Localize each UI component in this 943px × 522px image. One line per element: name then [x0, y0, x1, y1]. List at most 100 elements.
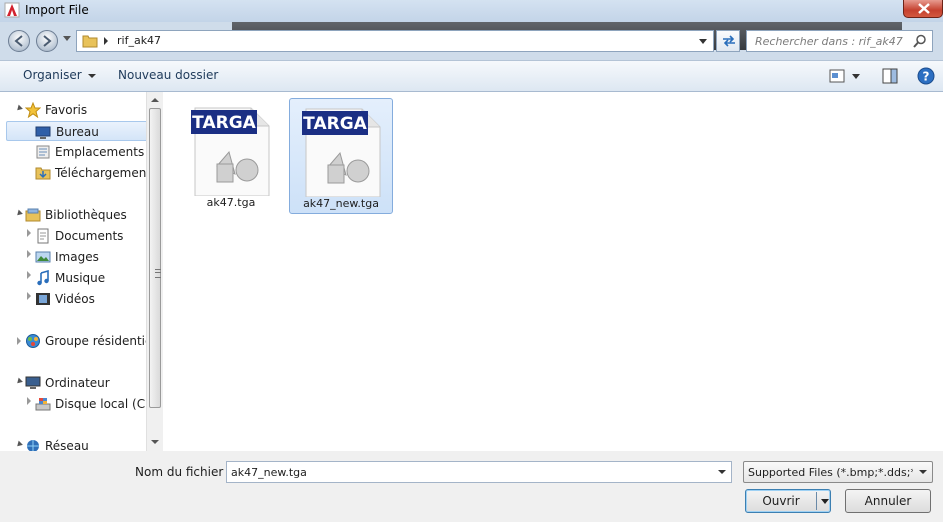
expand-favorites-icon[interactable]	[15, 104, 23, 113]
view-options-icon[interactable]	[829, 69, 845, 83]
tree-item-videos[interactable]: Vidéos	[35, 289, 145, 309]
file-badge-text: TARGA	[303, 114, 367, 134]
filename-input[interactable]: ak47_new.tga	[226, 461, 732, 483]
tree-favorites-label: Favoris	[45, 103, 88, 117]
file-badge-text: TARGA	[192, 113, 256, 133]
tree-network-label: Réseau	[45, 439, 89, 451]
tree-favorites[interactable]: Favoris	[25, 100, 145, 120]
documents-icon	[37, 228, 49, 244]
split-divider	[816, 492, 817, 510]
back-button[interactable]	[8, 30, 30, 52]
address-bar[interactable]: rif_ak47	[76, 30, 714, 52]
tree-item-images[interactable]: Images	[35, 247, 145, 267]
navigation-scrollbar[interactable]	[146, 92, 163, 451]
scroll-up-arrow-icon[interactable]	[151, 98, 159, 102]
tree-item-documents[interactable]: Documents	[35, 226, 145, 246]
tree-network[interactable]: Réseau	[25, 436, 145, 451]
chevron-down-icon[interactable]	[699, 39, 707, 45]
breadcrumb-separator-icon[interactable]	[103, 36, 109, 46]
preview-pane-icon[interactable]	[882, 68, 898, 84]
libraries-icon	[25, 208, 41, 222]
targa-file-icon: TARGA	[191, 107, 270, 196]
search-placeholder: Rechercher dans : rif_ak47	[755, 35, 903, 48]
close-icon	[918, 3, 930, 14]
search-icon[interactable]	[913, 34, 927, 48]
images-icon	[35, 251, 51, 263]
chevron-down-icon[interactable]	[718, 470, 726, 474]
view-dropdown-icon[interactable]	[852, 74, 860, 79]
svg-text:?: ?	[923, 70, 930, 84]
window-title: Import File	[25, 3, 89, 17]
tree-computer[interactable]: Ordinateur	[25, 373, 145, 393]
address-path[interactable]: rif_ak47	[117, 34, 161, 47]
tree-item-local-disk[interactable]: Disque local (C:)	[35, 394, 146, 414]
file-item-ak47-new-tga[interactable]: TARGA ak47_new.tga	[289, 98, 393, 214]
expand-documents-icon[interactable]	[27, 229, 31, 237]
chevron-down-icon	[87, 73, 96, 78]
tree-homegroup[interactable]: Groupe résidentiel	[25, 331, 146, 351]
computer-icon	[25, 376, 41, 389]
tree-libraries[interactable]: Bibliothèques	[25, 205, 145, 225]
file-list[interactable]: TARGA ak47.tga TARGA ak47_new.tga	[163, 92, 943, 451]
filename-value: ak47_new.tga	[231, 466, 307, 479]
tree-item-music[interactable]: Musique	[35, 268, 145, 288]
forward-button[interactable]	[36, 30, 58, 52]
tree-item-bureau-label: Bureau	[56, 125, 99, 139]
tree-computer-label: Ordinateur	[45, 376, 110, 390]
homegroup-icon	[26, 334, 40, 348]
file-type-value: Supported Files (*.bmp;*.dds;*.dd	[748, 466, 913, 479]
open-button[interactable]: Ouvrir	[745, 489, 831, 513]
refresh-icon	[723, 35, 735, 47]
refresh-button[interactable]	[716, 30, 740, 52]
tree-item-downloads[interactable]: Téléchargements	[35, 163, 146, 183]
back-arrow-icon	[14, 35, 23, 47]
star-icon	[25, 102, 41, 118]
downloads-folder-icon	[35, 167, 51, 180]
expand-network-icon[interactable]	[15, 440, 23, 449]
organize-menu[interactable]: Organiser	[23, 68, 96, 82]
history-dropdown-icon[interactable]	[63, 36, 71, 42]
expand-libraries-icon[interactable]	[15, 209, 23, 218]
title-bar: Import File	[0, 0, 943, 22]
new-folder-button[interactable]: Nouveau dossier	[118, 68, 218, 82]
file-item-ak47-tga[interactable]: TARGA ak47.tga	[179, 98, 283, 214]
tree-item-places-label: Emplacements ré	[55, 145, 146, 159]
expand-images-icon[interactable]	[27, 250, 31, 258]
scroll-down-arrow-icon[interactable]	[151, 440, 159, 444]
help-icon[interactable]: ?	[917, 67, 935, 85]
videos-icon	[36, 293, 50, 305]
expand-videos-icon[interactable]	[27, 292, 31, 300]
expand-local-disk-icon[interactable]	[27, 397, 31, 405]
tree-item-local-disk-label: Disque local (C:)	[55, 397, 146, 411]
expand-computer-icon[interactable]	[15, 377, 23, 386]
expand-music-icon[interactable]	[27, 271, 31, 279]
file-name: ak47_new.tga	[303, 197, 379, 210]
file-name: ak47.tga	[206, 196, 256, 209]
command-bar: Organiser Nouveau dossier ?	[0, 60, 943, 92]
tree-item-downloads-label: Téléchargements	[55, 166, 146, 180]
grip-icon	[155, 269, 161, 278]
open-options-dropdown-icon[interactable]	[821, 499, 829, 504]
search-input[interactable]: Rechercher dans : rif_ak47	[746, 30, 933, 52]
targa-file-icon: TARGA	[302, 108, 381, 197]
music-icon	[37, 270, 49, 286]
chevron-down-icon	[919, 470, 927, 474]
cancel-button[interactable]: Annuler	[845, 489, 931, 513]
tree-item-videos-label: Vidéos	[55, 292, 95, 306]
expand-homegroup-icon[interactable]	[17, 337, 21, 345]
organize-label: Organiser	[23, 68, 82, 82]
local-disk-icon	[35, 398, 51, 411]
network-icon	[27, 440, 39, 451]
tree-item-bureau[interactable]: Bureau	[6, 121, 146, 141]
folder-icon	[82, 35, 98, 48]
navigation-pane: Favoris Bureau Emplacements ré Télécharg…	[0, 92, 146, 451]
address-row: rif_ak47 Rechercher dans : rif_ak47	[0, 22, 943, 60]
scrollbar-thumb[interactable]	[149, 108, 161, 408]
close-button[interactable]	[903, 0, 943, 18]
tree-item-places[interactable]: Emplacements ré	[35, 142, 146, 162]
tree-libraries-label: Bibliothèques	[45, 208, 127, 222]
file-type-select[interactable]: Supported Files (*.bmp;*.dds;*.dd	[743, 461, 933, 483]
places-icon	[36, 145, 50, 159]
dialog-footer: Nom du fichier : ak47_new.tga Supported …	[0, 451, 943, 522]
tree-item-documents-label: Documents	[55, 229, 124, 243]
